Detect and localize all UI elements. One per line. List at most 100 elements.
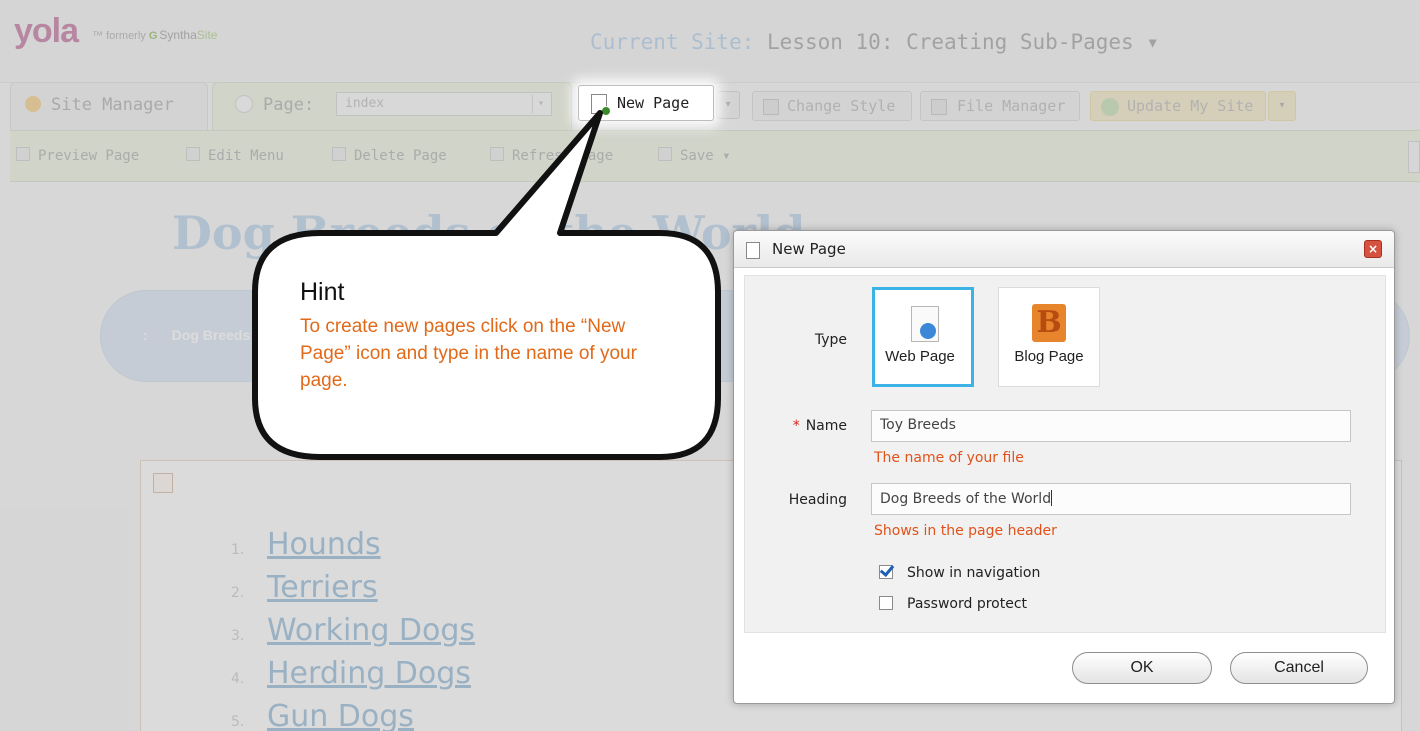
refresh-page-label: Refresh Page: [512, 148, 614, 164]
refresh-page-button[interactable]: Refresh Page: [490, 147, 613, 164]
current-site-selector[interactable]: Current Site: Lesson 10: Creating Sub-Pa…: [590, 30, 1159, 54]
list-item: 5. Gun Dogs: [231, 699, 475, 731]
new-page-dropdown-button[interactable]: ▾: [716, 91, 740, 119]
name-label-text: Name: [805, 418, 847, 434]
globe-icon: [1101, 98, 1119, 116]
add-dot-icon: [601, 106, 611, 116]
formerly-synthasite: ™ formerly G SynthaSite: [92, 28, 217, 42]
list-link[interactable]: Working Dogs: [267, 613, 475, 648]
refresh-icon: [490, 147, 504, 161]
yola-logo[interactable]: yola: [14, 12, 79, 51]
edit-content-icon[interactable]: [153, 473, 173, 493]
cancel-button[interactable]: Cancel: [1230, 652, 1368, 684]
name-field[interactable]: Toy Breeds: [871, 410, 1351, 442]
edit-menu-label: Edit Menu: [208, 148, 284, 164]
page-select-value: index: [345, 96, 385, 111]
heading-field-value: Dog Breeds of the World: [880, 491, 1052, 507]
new-page-label: New Page: [617, 94, 690, 112]
chevron-down-icon: ▾: [532, 95, 549, 113]
preview-page-button[interactable]: Preview Page: [16, 147, 139, 164]
change-style-button[interactable]: Change Style: [752, 91, 912, 121]
close-icon[interactable]: ×: [1364, 240, 1382, 258]
chevron-down-icon: ▾: [1146, 30, 1159, 54]
show-in-navigation-row[interactable]: Show in navigation: [879, 565, 1040, 581]
update-site-button[interactable]: Update My Site: [1090, 91, 1266, 121]
top-bar: yola ™ formerly G SynthaSite Current Site…: [0, 0, 1420, 83]
list-item: 4. Herding Dogs: [231, 656, 475, 699]
list-item: 3. Working Dogs: [231, 613, 475, 656]
logo-text: yola: [14, 12, 79, 50]
page-icon: [235, 95, 253, 113]
save-button[interactable]: Save ▾: [658, 147, 731, 164]
list-number: 3.: [231, 628, 245, 644]
list-link[interactable]: Terriers: [267, 570, 378, 605]
list-number: 5.: [231, 714, 245, 730]
app-window: yola ™ formerly G SynthaSite Current Site…: [0, 0, 1420, 731]
file-manager-button[interactable]: File Manager: [920, 91, 1080, 121]
update-site-dropdown-button[interactable]: ▾: [1268, 91, 1296, 121]
action-bar-edge: [1408, 141, 1420, 173]
heading-field-hint: Shows in the page header: [874, 523, 1057, 539]
save-icon: [658, 147, 672, 161]
web-page-label: Web Page: [885, 348, 955, 365]
file-manager-label: File Manager: [957, 97, 1066, 115]
show-in-navigation-label: Show in navigation: [907, 565, 1041, 581]
page-select[interactable]: index ▾: [336, 92, 552, 116]
required-asterisk: *: [792, 418, 800, 434]
nav-separator: :: [143, 327, 148, 343]
menu-icon: [186, 147, 200, 161]
page-label: Page:: [263, 95, 315, 115]
file-manager-icon: [931, 99, 947, 115]
change-style-icon: [763, 99, 779, 115]
list-number: 2.: [231, 585, 245, 601]
web-page-icon: [911, 306, 939, 342]
password-protect-checkbox[interactable]: [879, 596, 893, 610]
change-style-label: Change Style: [787, 97, 896, 115]
tab-site-manager-label: Site Manager: [51, 95, 174, 115]
list-number: 4.: [231, 671, 245, 687]
site-text: Site: [196, 28, 218, 42]
edit-menu-button[interactable]: Edit Menu: [186, 147, 284, 164]
text-caret: [1051, 490, 1053, 506]
synthasite-icon: G: [148, 30, 158, 42]
list-link[interactable]: Gun Dogs: [267, 699, 414, 731]
synth-text: Syntha: [159, 28, 197, 42]
name-field-hint: The name of your file: [874, 450, 1024, 466]
list-link[interactable]: Hounds: [267, 527, 381, 562]
delete-page-label: Delete Page: [354, 148, 447, 164]
password-protect-row[interactable]: Password protect: [879, 596, 1027, 612]
page-heading: Dog Breeds of the World: [172, 206, 806, 260]
action-bar: Preview Page Edit Menu Delete Page Refre…: [10, 130, 1420, 182]
list-number: 1.: [231, 542, 245, 558]
trademark: ™: [92, 30, 103, 42]
delete-page-button[interactable]: Delete Page: [332, 147, 447, 164]
hint-title: Hint: [300, 278, 345, 306]
password-protect-label: Password protect: [907, 596, 1028, 612]
list-link[interactable]: Herding Dogs: [267, 656, 471, 691]
blog-page-type-option[interactable]: B Blog Page: [998, 287, 1100, 387]
site-manager-icon: [25, 96, 41, 112]
blog-icon: B: [1032, 304, 1066, 342]
formerly-label: formerly: [106, 30, 146, 42]
blog-page-label: Blog Page: [1014, 348, 1084, 365]
dialog-title: New Page: [772, 240, 846, 258]
list-item: 2. Terriers: [231, 570, 475, 613]
current-site-label: Current Site:: [590, 30, 755, 54]
new-page-button[interactable]: New Page: [578, 85, 714, 121]
name-field-value: Toy Breeds: [880, 417, 956, 433]
heading-field[interactable]: Dog Breeds of the World: [871, 483, 1351, 515]
web-page-type-option[interactable]: Web Page: [872, 287, 974, 387]
type-label: Type: [814, 332, 847, 348]
hint-text: To create new pages click on the “New Pa…: [300, 316, 637, 391]
new-page-icon: [746, 242, 760, 259]
chevron-down-icon: ▾: [722, 148, 731, 164]
show-in-navigation-checkbox[interactable]: [879, 565, 893, 579]
dialog-titlebar[interactable]: New Page ×: [734, 231, 1394, 268]
update-site-label: Update My Site: [1127, 97, 1254, 115]
ok-button[interactable]: OK: [1072, 652, 1212, 684]
nav-item-dog-breeds[interactable]: : Dog Breeds: [143, 327, 250, 343]
tab-site-manager[interactable]: Site Manager: [10, 82, 208, 130]
save-label: Save: [680, 148, 714, 164]
list-item: 1. Hounds: [231, 527, 475, 570]
preview-page-label: Preview Page: [38, 148, 140, 164]
